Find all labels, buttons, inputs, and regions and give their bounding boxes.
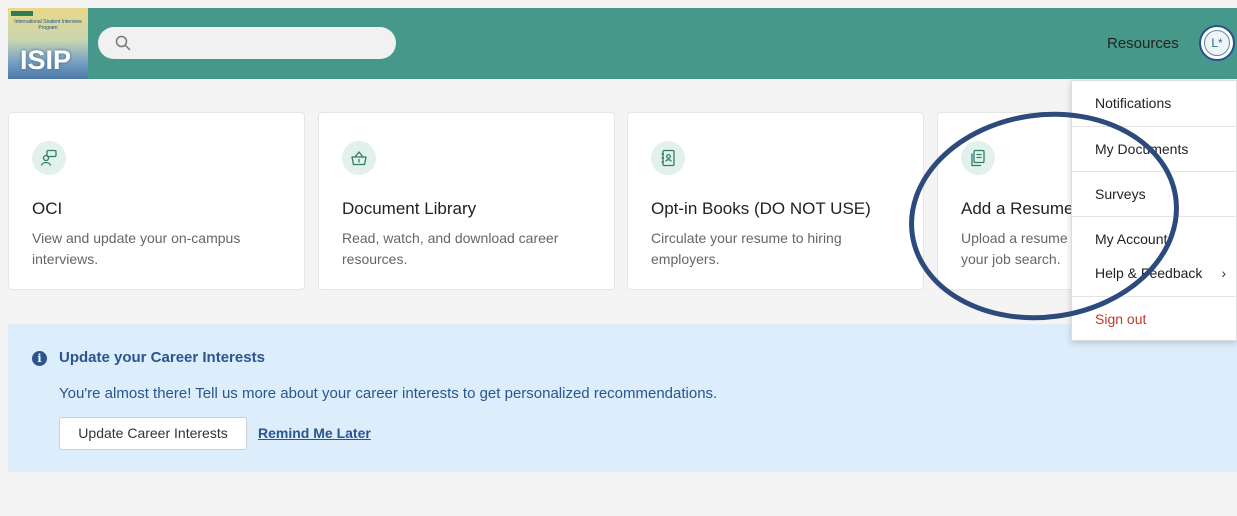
basket-icon [342, 141, 376, 175]
menu-item-label: Surveys [1095, 186, 1146, 202]
document-icon [961, 141, 995, 175]
top-navigation-bar: International Student Interview Program … [8, 8, 1237, 79]
logo-wordmark: ISIP [20, 45, 72, 75]
banner-title: Update your Career Interests [59, 349, 265, 366]
card-description: Circulate your resume to hiring employer… [651, 230, 842, 267]
isip-logo[interactable]: International Student Interview Program … [8, 8, 88, 79]
menu-item-label: Help & Feedback [1095, 265, 1203, 281]
menu-item-label: My Account [1095, 231, 1168, 247]
menu-item-help-feedback[interactable]: Help & Feedback › [1072, 251, 1237, 295]
menu-item-label: Notifications [1095, 95, 1172, 111]
interview-chat-icon [32, 141, 66, 175]
card-title: Add a Resume [961, 199, 1074, 218]
menu-item-my-documents[interactable]: My Documents [1072, 127, 1237, 171]
card-opt-in-books[interactable]: Opt-in Books (DO NOT USE) Circulate your… [627, 112, 924, 290]
search-input[interactable] [98, 27, 396, 59]
card-oci[interactable]: OCI View and update your on-campus inter… [8, 112, 305, 290]
menu-item-notifications[interactable]: Notifications [1072, 81, 1237, 125]
resources-link[interactable]: Resources [1107, 35, 1179, 52]
card-title: Document Library [342, 199, 477, 218]
career-interests-banner: i Update your Career Interests You're al… [8, 324, 1237, 472]
logo-subtitle: International Student Interview Program [14, 19, 82, 31]
card-title: Opt-in Books (DO NOT USE) [651, 199, 871, 218]
card-description: View and update your on-campus interview… [32, 230, 241, 267]
update-career-interests-button[interactable]: Update Career Interests [59, 417, 247, 450]
menu-item-sign-out[interactable]: Sign out [1072, 297, 1237, 341]
account-dropdown-menu: Notifications My Documents Surveys My Ac… [1071, 80, 1237, 341]
card-title: OCI [32, 199, 63, 218]
card-add-resume[interactable]: Add a Resume Upload a resume your job se… [937, 112, 1077, 290]
avatar-initials: L* [1204, 30, 1230, 56]
banner-text: You're almost there! Tell us more about … [59, 385, 718, 402]
menu-item-label: My Documents [1095, 141, 1189, 157]
menu-item-surveys[interactable]: Surveys [1072, 172, 1237, 216]
contact-book-icon [651, 141, 685, 175]
menu-item-label: Sign out [1095, 311, 1147, 327]
card-description: Upload a resume your job search. [961, 230, 1068, 267]
logo-badge [11, 11, 33, 16]
avatar-button[interactable]: L* [1199, 25, 1235, 61]
remind-me-later-link[interactable]: Remind Me Later [258, 425, 371, 441]
search-icon [115, 35, 131, 51]
card-description: Read, watch, and download career resourc… [342, 230, 559, 267]
info-icon: i [32, 351, 47, 366]
card-document-library[interactable]: Document Library Read, watch, and downlo… [318, 112, 615, 290]
chevron-right-icon: › [1221, 265, 1226, 281]
